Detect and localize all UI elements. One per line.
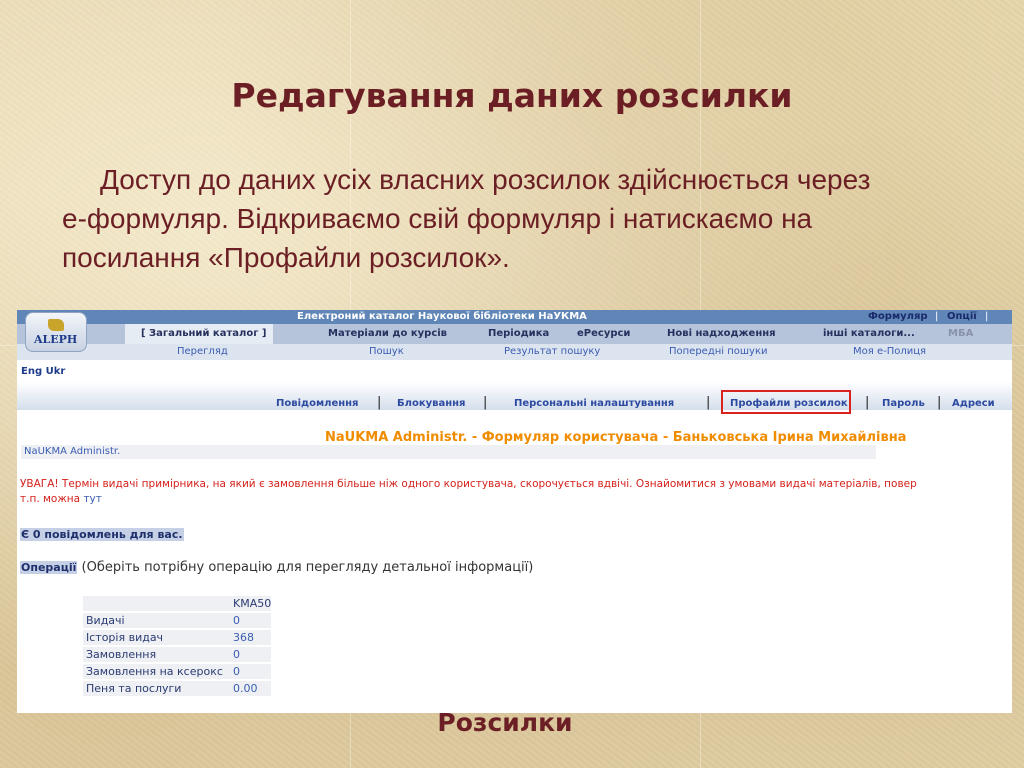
operations-line: Операції (Оберіть потрібну операцію для … (20, 560, 534, 575)
highlight-box (721, 390, 851, 414)
nav-browse[interactable]: Перегляд (177, 346, 228, 357)
slide-caption: Розсилки (437, 708, 573, 737)
slide-body: Доступ до даних усіх власних розсилок зд… (62, 160, 982, 277)
operations-label: Операції (20, 561, 78, 574)
separator: | (935, 311, 939, 322)
slide-body-line: посилання «Профайли розсилок». (62, 242, 510, 273)
separator: | (706, 395, 711, 410)
aleph-logo-icon (48, 319, 64, 331)
table-row[interactable]: Пеня та послуги 0.00 (83, 681, 272, 696)
table-row[interactable]: Замовлення на ксерокс 0 (83, 664, 272, 679)
subnav-blocks[interactable]: Блокування (397, 398, 465, 409)
warning-link[interactable]: тут (83, 493, 101, 505)
catalog-tabs: [ Загальний каталог ] Матеріали до курсі… (17, 324, 1012, 344)
admin-label: NaUKMA Administr. (24, 446, 121, 457)
top-bar: Електроний каталог Наукової бібліотеки Н… (17, 310, 1012, 324)
patron-heading: NaUKMA Administr. - Формуляр користувача… (325, 430, 907, 445)
aleph-logo[interactable]: ALEPH (25, 312, 87, 352)
tab-new-arrivals[interactable]: Нові надходження (667, 328, 776, 339)
tab-other-catalogs[interactable]: інші каталоги... (823, 328, 915, 339)
admin-row (21, 445, 876, 459)
options-link[interactable]: Опції (947, 311, 977, 322)
separator: | (937, 395, 942, 410)
catalog-screenshot: Електроний каталог Наукової бібліотеки Н… (17, 310, 1012, 713)
nav-my-e-shelf[interactable]: Моя е-Полиця (853, 346, 926, 357)
slide-title: Редагування даних розсилки (231, 76, 793, 115)
nav-search-results[interactable]: Результат пошуку (504, 346, 600, 357)
table-row[interactable]: Історія видач 368 (83, 630, 272, 645)
tab-periodicals[interactable]: Періодика (488, 328, 549, 339)
slide-body-line: Доступ до даних усіх власних розсилок зд… (100, 164, 871, 195)
separator: | (865, 395, 870, 410)
tab-general-catalog[interactable]: [ Загальний каталог ] (125, 324, 273, 344)
subnav-messages[interactable]: Повідомлення (276, 398, 358, 409)
formular-link[interactable]: Формуляр (868, 311, 928, 322)
separator: | (377, 395, 382, 410)
tab-mba: МБА (948, 328, 974, 339)
tab-e-resources[interactable]: еРесурси (577, 328, 630, 339)
nav-links: Перегляд Пошук Результат пошуку Попередн… (17, 344, 1012, 360)
subnav-personal-settings[interactable]: Персональні налаштування (514, 398, 674, 409)
table-row[interactable]: Видачі 0 (83, 613, 272, 628)
language-switch[interactable]: Eng Ukr (21, 366, 65, 377)
nav-previous-searches[interactable]: Попередні пошуки (669, 346, 768, 357)
warning-notice: УВАГА! Термін видачі примірника, на який… (20, 478, 917, 505)
messages-count[interactable]: Є 0 повідомлень для вас. (20, 528, 184, 541)
subnav-password[interactable]: Пароль (882, 398, 925, 409)
column-header: KMA50 (230, 596, 272, 611)
separator: | (483, 395, 488, 410)
nav-search[interactable]: Пошук (369, 346, 404, 357)
slide-body-line: е-формуляр. Відкриваємо свій формуляр і … (62, 203, 813, 234)
table-header: KMA50 (83, 596, 272, 611)
operations-table: KMA50 Видачі 0 Історія видач 368 Замовле… (83, 594, 272, 698)
table-row[interactable]: Замовлення 0 (83, 647, 272, 662)
tab-course-materials[interactable]: Матеріали до курсів (328, 328, 447, 339)
window-title: Електроний каталог Наукової бібліотеки Н… (297, 311, 587, 322)
subnav-addresses[interactable]: Адреси (952, 398, 995, 409)
separator: | (985, 311, 989, 322)
